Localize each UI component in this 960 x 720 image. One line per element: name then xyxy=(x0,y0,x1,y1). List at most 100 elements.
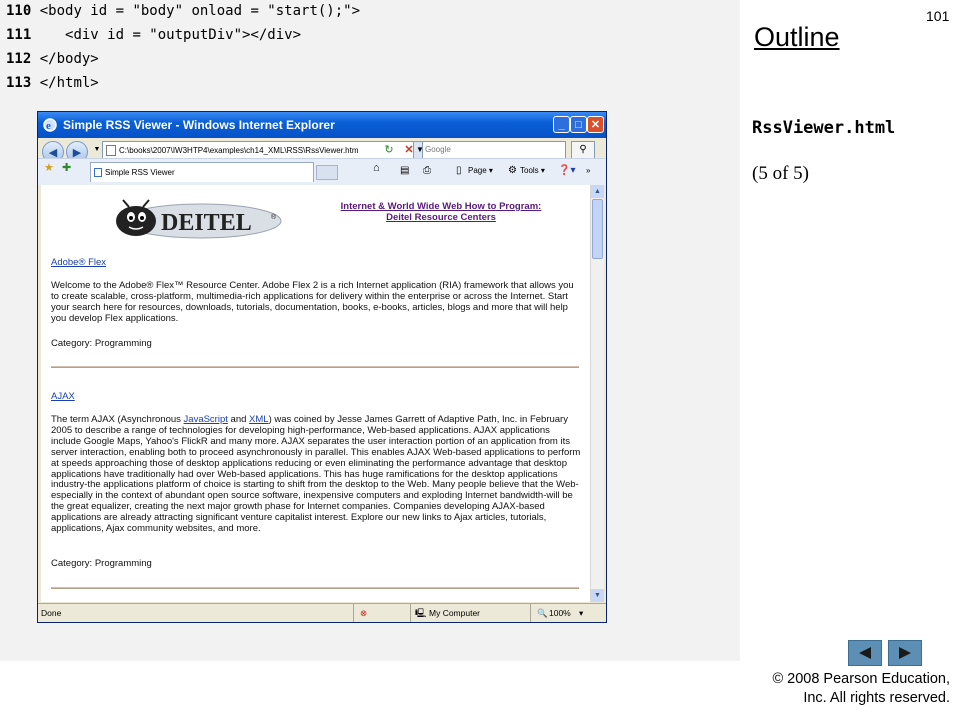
status-bar: Done ⊗ 🖳 My Computer 🔍 100% ▾ xyxy=(38,603,606,622)
item-title-link[interactable]: Adobe® Flex xyxy=(51,257,106,268)
code-text: </html> xyxy=(39,75,99,91)
banner-line-1: Internet & World Wide Web How to Program… xyxy=(340,201,542,212)
deitel-logo-text: DEITEL xyxy=(161,210,252,236)
status-segment: ⊗ xyxy=(353,604,404,622)
stop-icon: ✕ xyxy=(404,144,414,156)
browser-titlebar: e Simple RSS Viewer - Windows Internet E… xyxy=(38,112,606,138)
forward-arrow-icon: ▶ xyxy=(72,146,82,159)
copyright-line-2: Inc. All rights reserved. xyxy=(803,690,950,706)
page-menu-label: Page xyxy=(468,166,487,175)
item-title-link[interactable]: AJAX xyxy=(51,391,75,402)
stop-button[interactable]: ✕ xyxy=(400,141,418,159)
close-icon: ✕ xyxy=(590,119,601,131)
item-category: Category: Programming xyxy=(51,558,152,569)
new-tab-button[interactable] xyxy=(316,165,338,180)
scrollbar-thumb[interactable] xyxy=(592,199,603,259)
desc-text: ) was coined by Jesse James Garrett of A… xyxy=(51,414,581,535)
triangle-right-icon xyxy=(899,647,911,659)
search-icon: ⚲ xyxy=(579,144,587,155)
tools-menu-button[interactable]: Tools ▾ xyxy=(520,164,545,178)
desc-text: and xyxy=(227,414,250,425)
security-icon: ⊗ xyxy=(360,608,368,618)
browser-window: e Simple RSS Viewer - Windows Internet E… xyxy=(37,111,607,623)
minimize-button[interactable]: _ xyxy=(553,116,570,133)
favorites-star-icon[interactable]: ★ xyxy=(44,161,54,175)
item-divider xyxy=(51,587,579,589)
maximize-button[interactable]: □ xyxy=(570,116,587,133)
javascript-link[interactable]: JavaScript xyxy=(184,414,228,425)
zoom-segment[interactable]: 🔍 100% ▾ xyxy=(530,604,606,622)
code-text: </body> xyxy=(39,51,99,67)
resource-centers-link[interactable]: Internet & World Wide Web How to Program… xyxy=(311,201,571,223)
ie-logo-icon: e xyxy=(43,118,57,132)
item-description: The term AJAX (Asynchronous JavaScript a… xyxy=(51,414,581,535)
add-favorites-icon[interactable]: ✚ xyxy=(62,161,71,175)
copyright-notice: © 2008 Pearson Education, Inc. All right… xyxy=(690,670,950,708)
line-number: 112 xyxy=(6,51,32,67)
page-menu-button[interactable]: Page ▾ xyxy=(468,164,493,178)
print-icon[interactable]: ⎙ xyxy=(423,164,431,178)
zoom-icon: 🔍 xyxy=(537,608,548,618)
code-text: <body id = "body" onload = "start();"> xyxy=(39,3,361,19)
address-text: C:\books\2007\IW3HTP4\examples\ch14_XML\… xyxy=(119,146,359,155)
search-button[interactable]: ⚲ xyxy=(571,141,595,159)
desc-text: The term AJAX (Asynchronous xyxy=(51,414,184,425)
code-line: 113 </html> xyxy=(6,74,99,92)
zoom-level: 100% xyxy=(549,608,571,618)
scroll-up-arrow-icon[interactable]: ▲ xyxy=(591,185,604,198)
page-viewport: DEITEL ® Internet & World Wide Web How t… xyxy=(41,185,590,602)
tab-bar: ★ ✚ Simple RSS Viewer ⌂ ▤ ⎙ ▯ Page ▾ ⚙ T… xyxy=(38,158,606,185)
refresh-icon: ↻ xyxy=(384,144,394,156)
outline-part: (5 of 5) xyxy=(752,163,809,184)
page-icon xyxy=(106,145,116,156)
svg-text:e: e xyxy=(46,120,51,132)
address-input[interactable]: C:\books\2007\IW3HTP4\examples\ch14_XML\… xyxy=(102,141,414,159)
triangle-left-icon xyxy=(859,647,871,659)
code-text: <div id = "outputDiv"></div> xyxy=(39,27,302,43)
line-number: 111 xyxy=(6,27,32,43)
close-button[interactable]: ✕ xyxy=(587,116,604,133)
slide-content-area: 110 <body id = "body" onload = "start();… xyxy=(0,0,740,661)
search-placeholder: Google xyxy=(425,145,451,154)
xml-link[interactable]: XML xyxy=(249,414,269,425)
deitel-logo: DEITEL ® xyxy=(116,199,282,239)
previous-slide-button[interactable] xyxy=(848,640,882,666)
help-icon[interactable]: ❓▾ xyxy=(558,164,575,178)
page-menu-icon: ▯ xyxy=(456,165,462,176)
item-divider xyxy=(51,366,579,368)
refresh-button[interactable]: ↻ xyxy=(380,141,398,159)
chevron-down-icon: ▾ xyxy=(579,608,584,618)
more-chevron-icon[interactable]: » xyxy=(586,164,590,178)
feeds-icon[interactable]: ▤ xyxy=(400,164,409,178)
code-line: 112 </body> xyxy=(6,50,99,68)
outline-title[interactable]: Outline xyxy=(754,22,840,53)
minimize-icon: _ xyxy=(558,118,565,131)
tools-menu-label: Tools xyxy=(520,166,539,175)
tools-gear-icon: ⚙ xyxy=(508,165,517,176)
line-number: 113 xyxy=(6,75,32,91)
slide-number: 101 xyxy=(926,8,950,24)
tab-simple-rss-viewer[interactable]: Simple RSS Viewer xyxy=(90,162,314,182)
computer-icon: 🖳 xyxy=(415,608,427,618)
code-line: 110 <body id = "body" onload = "start();… xyxy=(6,2,360,20)
vertical-scrollbar[interactable]: ▲ ▼ xyxy=(590,185,604,602)
maximize-icon: □ xyxy=(575,118,582,131)
next-slide-button[interactable] xyxy=(888,640,922,666)
line-number: 110 xyxy=(6,3,32,19)
item-description: Welcome to the Adobe® Flex™ Resource Cen… xyxy=(51,280,574,324)
zone-segment: 🖳 My Computer xyxy=(410,604,529,622)
back-arrow-icon: ◀ xyxy=(48,146,58,159)
status-text: Done xyxy=(41,608,62,618)
browser-title: Simple RSS Viewer - Windows Internet Exp… xyxy=(63,118,335,132)
chevron-down-icon: ▼ xyxy=(93,146,101,153)
tab-page-icon xyxy=(94,168,102,177)
scroll-down-arrow-icon[interactable]: ▼ xyxy=(591,589,604,602)
tab-label: Simple RSS Viewer xyxy=(105,168,175,177)
home-icon[interactable]: ⌂ xyxy=(373,161,380,175)
search-input[interactable]: Google xyxy=(422,141,566,159)
banner-line-2: Deitel Resource Centers xyxy=(386,212,496,223)
